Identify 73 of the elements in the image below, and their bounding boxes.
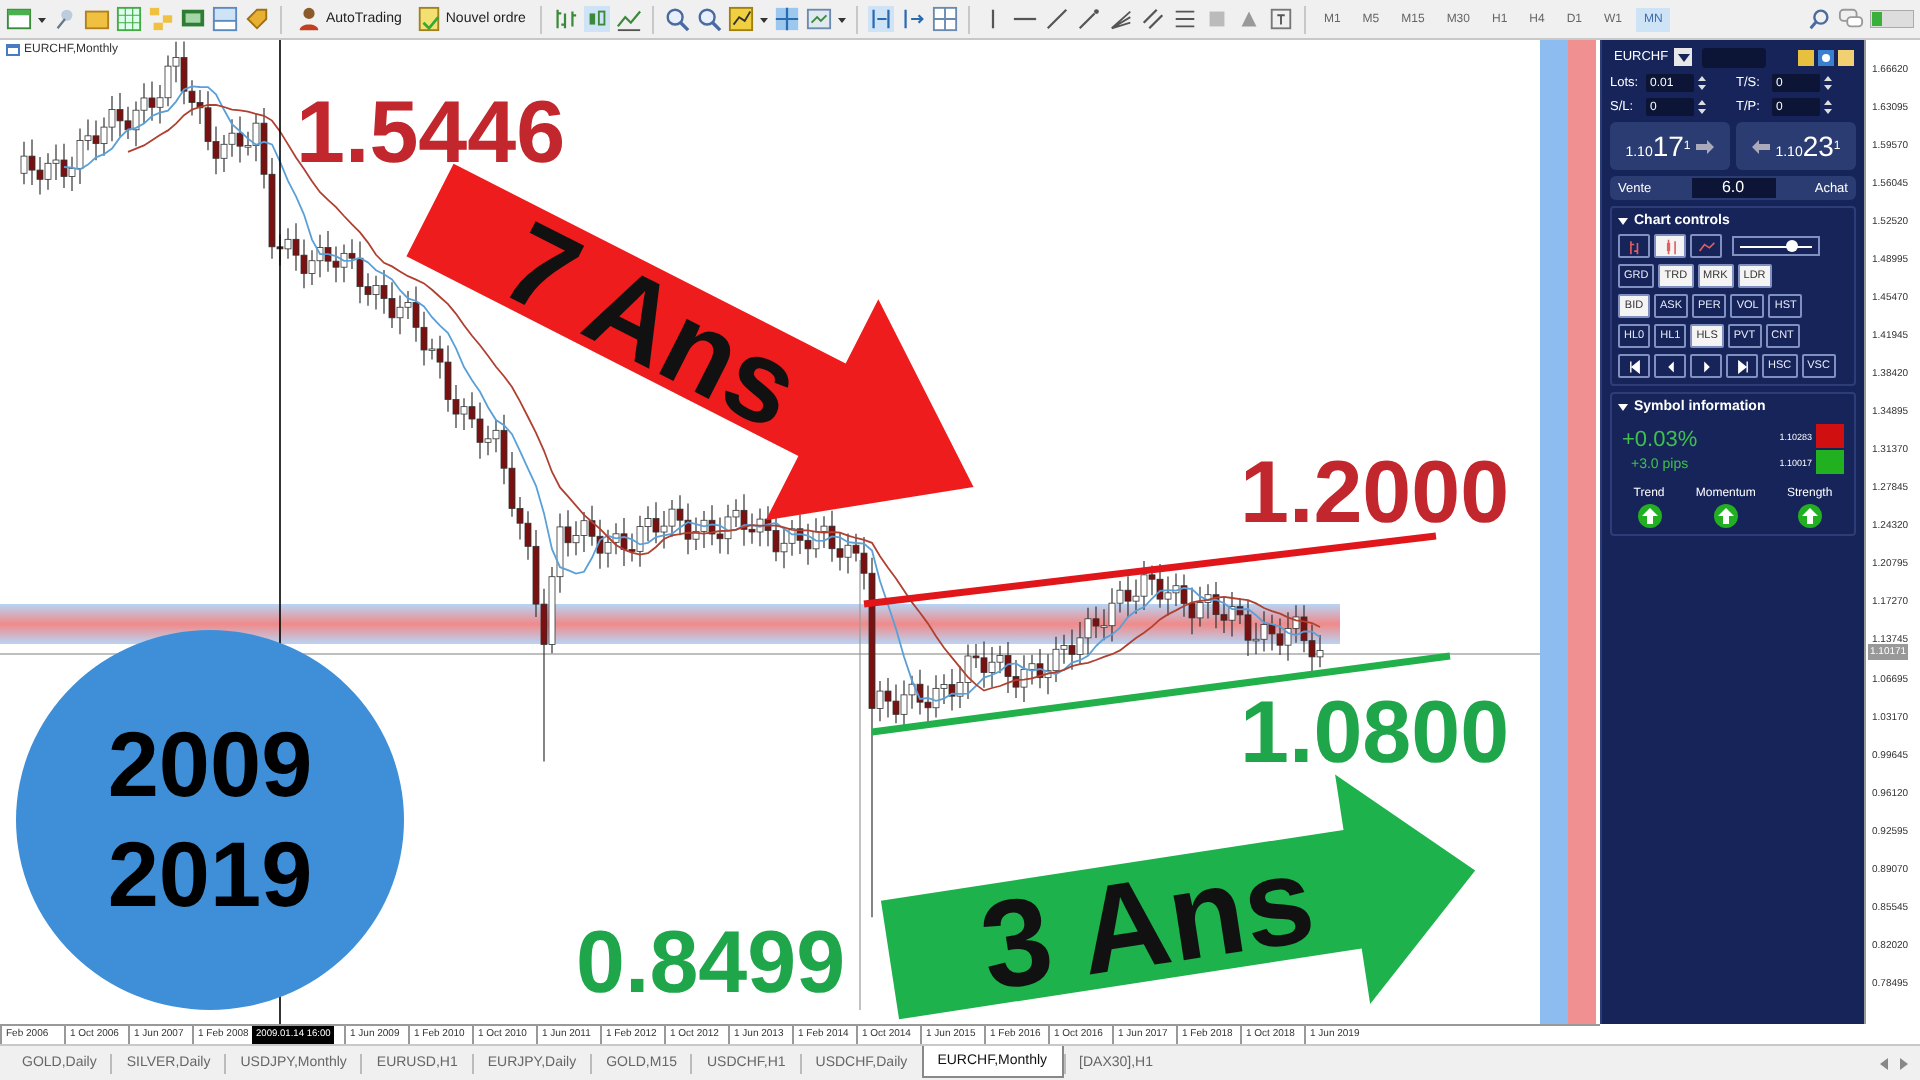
window-icon[interactable] [212, 6, 238, 32]
expand-icon[interactable] [1618, 216, 1628, 226]
play-icon [1699, 359, 1713, 373]
channel-icon[interactable] [1139, 6, 1166, 32]
scroll-right-icon[interactable] [1900, 1057, 1908, 1069]
skip-back-icon [1627, 359, 1641, 373]
window-icon[interactable] [6, 6, 32, 32]
slider-thumb[interactable] [1785, 240, 1798, 252]
back-icon [1663, 359, 1677, 373]
shift-icon[interactable] [867, 6, 894, 32]
chart-type-button[interactable] [1690, 234, 1722, 258]
low-bar [1816, 450, 1844, 474]
candle-icon [1661, 237, 1679, 255]
caret-icon [1677, 53, 1690, 61]
monitor-icon[interactable] [180, 6, 206, 32]
period-circle: 2009 2019 [16, 630, 404, 1010]
up-arrow-icon [1637, 504, 1662, 528]
nav-button[interactable] [1618, 354, 1650, 378]
tag-icon[interactable] [244, 6, 270, 32]
price-annotation: 1.0800 [1240, 690, 1510, 778]
chart-icon[interactable] [727, 6, 754, 32]
arrow-label: 7 Ans [483, 197, 820, 455]
grid-icon[interactable] [116, 6, 142, 32]
chat-icon[interactable] [1838, 6, 1864, 32]
spinner-icon[interactable] [1698, 98, 1706, 116]
trendline-icon[interactable] [1043, 6, 1070, 32]
nav-button[interactable] [1690, 354, 1722, 378]
bar-chart-icon[interactable] [551, 6, 578, 32]
folder-icon[interactable] [84, 6, 110, 32]
text-icon[interactable] [1267, 6, 1294, 32]
caret-icon[interactable] [759, 15, 768, 23]
fan-icon[interactable] [1107, 6, 1134, 32]
high-bar [1816, 424, 1844, 448]
price-annotation: 0.8499 [576, 920, 846, 1008]
skip-forward-icon [1735, 359, 1749, 373]
left-arrow-icon [1751, 139, 1770, 153]
person-icon [296, 6, 322, 32]
right-arrow-icon [1696, 139, 1715, 153]
arrow-label: 3 Ans [972, 830, 1323, 1018]
spinner-icon[interactable] [1824, 98, 1832, 116]
candle-icon[interactable] [583, 6, 610, 32]
pin-icon[interactable] [52, 6, 78, 32]
up-arrow-icon [1797, 504, 1822, 528]
nav-button[interactable] [1726, 354, 1758, 378]
bar-chart-icon [1625, 237, 1643, 255]
spread-value: 6.0 [1691, 178, 1775, 198]
change-percent: +0.03% [1622, 427, 1698, 451]
input-field[interactable] [1702, 47, 1767, 67]
line-chart-icon[interactable] [615, 6, 642, 32]
spinner-icon[interactable] [1824, 74, 1832, 92]
caret-icon[interactable] [837, 15, 846, 23]
expand-icon[interactable] [1618, 402, 1628, 412]
autoscroll-icon[interactable] [899, 6, 926, 32]
up-arrow-icon [1713, 504, 1738, 528]
price-annotation: 1.5446 [296, 90, 566, 178]
document-icon [415, 6, 442, 32]
toolbar-icons-drawing[interactable] [1798, 49, 1856, 65]
zoom-slider[interactable] [1732, 236, 1820, 256]
zoom-out-icon[interactable] [695, 6, 722, 32]
scroll-left-icon[interactable] [1880, 1057, 1888, 1069]
chart-type-button[interactable] [1618, 234, 1650, 258]
search-icon[interactable] [1806, 6, 1832, 32]
grid-icon[interactable] [773, 6, 800, 32]
zoom-in-icon[interactable] [663, 6, 690, 32]
ray-icon[interactable] [1075, 6, 1102, 32]
price-annotation: 1.2000 [1240, 450, 1510, 538]
tile-icon[interactable] [931, 6, 958, 32]
levels-icon[interactable] [1171, 6, 1198, 32]
caret-icon[interactable] [38, 15, 46, 23]
spinner-icon[interactable] [1698, 74, 1706, 92]
chart-type-button[interactable] [1654, 234, 1686, 258]
line-chart-icon [1697, 237, 1715, 255]
nav-button[interactable] [1654, 354, 1686, 378]
